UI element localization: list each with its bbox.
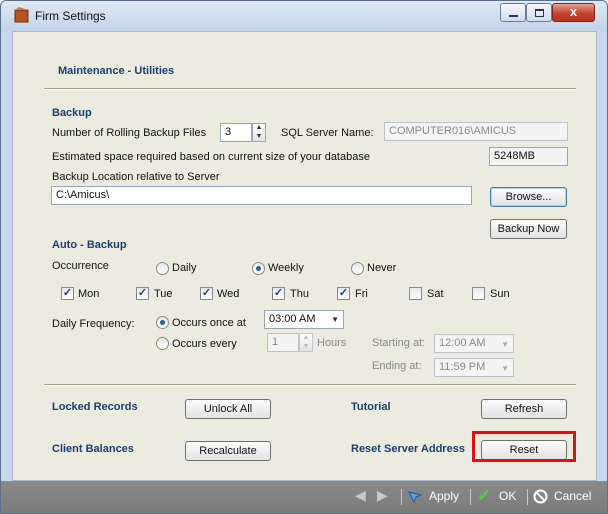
once-time-select[interactable]: 03:00 AM ▼: [264, 310, 344, 329]
separator: [470, 489, 471, 505]
fri-checkbox[interactable]: ✓: [337, 287, 350, 300]
dropdown-arrow-icon: ▼: [331, 315, 339, 324]
estimated-space-label: Estimated space required based on curren…: [52, 151, 370, 163]
ending-at-value: 11:59 PM: [439, 361, 486, 373]
cancel-label: Cancel: [554, 489, 592, 503]
tutorial-label: Tutorial: [351, 401, 391, 413]
spin-down-icon[interactable]: ▼: [300, 343, 312, 352]
rolling-files-input[interactable]: 3: [220, 123, 252, 142]
forward-arrow-icon[interactable]: ▶: [377, 487, 388, 504]
dropdown-arrow-icon: ▼: [501, 364, 509, 373]
firm-settings-window: Firm Settings x Maintenance - Utilities …: [0, 0, 608, 514]
once-time-value: 03:00 AM: [269, 313, 316, 325]
starting-at-label: Starting at:: [372, 337, 426, 349]
spin-up-icon[interactable]: ▲: [300, 334, 312, 343]
spin-up-icon[interactable]: ▲: [253, 124, 265, 133]
cancel-button[interactable]: Cancel: [531, 485, 601, 509]
never-label: Never: [367, 262, 397, 274]
wed-checkbox[interactable]: ✓: [200, 287, 213, 300]
thu-label: Thu: [290, 288, 309, 300]
divider: [44, 88, 576, 90]
daily-radio[interactable]: [156, 262, 169, 275]
unlock-all-button[interactable]: Unlock All: [185, 399, 271, 419]
mon-label: Mon: [78, 288, 100, 300]
sql-server-label: SQL Server Name:: [281, 127, 374, 139]
apply-icon: [408, 491, 423, 504]
cancel-icon: [533, 489, 548, 504]
rolling-files-spinner[interactable]: ▲ ▼: [252, 123, 266, 142]
estimated-space-value: 5248MB: [489, 147, 568, 166]
occurs-once-radio[interactable]: [156, 316, 169, 329]
window-title: Firm Settings: [35, 9, 106, 23]
ending-at-select[interactable]: 11:59 PM ▼: [434, 358, 514, 377]
title-bar[interactable]: Firm Settings x: [1, 1, 607, 31]
separator: [401, 489, 402, 505]
ok-checkmark-icon: ✓: [477, 486, 492, 505]
sun-checkbox[interactable]: [472, 287, 485, 300]
highlight-box: [472, 431, 576, 462]
occurrence-label: Occurrence: [52, 260, 109, 272]
daily-frequency-label: Daily Frequency:: [52, 318, 135, 330]
client-balances-label: Client Balances: [52, 443, 134, 455]
sql-server-input[interactable]: COMPUTER016\AMICUS: [384, 122, 568, 141]
never-radio[interactable]: [351, 262, 364, 275]
ok-label: OK: [499, 489, 517, 503]
sat-checkbox[interactable]: [409, 287, 422, 300]
daily-label: Daily: [172, 262, 197, 274]
wed-label: Wed: [217, 288, 240, 300]
starting-at-value: 12:00 AM: [439, 337, 486, 349]
tue-label: Tue: [154, 288, 173, 300]
dropdown-arrow-icon: ▼: [501, 340, 509, 349]
rolling-files-label: Number of Rolling Backup Files: [52, 127, 207, 139]
auto-backup-section-title: Auto - Backup: [52, 239, 127, 251]
close-icon: x: [569, 4, 578, 19]
backup-now-button[interactable]: Backup Now: [490, 219, 567, 239]
apply-button[interactable]: Apply: [405, 485, 467, 509]
reset-server-address-label: Reset Server Address: [351, 443, 465, 455]
backup-section-title: Backup: [52, 107, 92, 119]
weekly-label: Weekly: [268, 262, 304, 274]
fri-label: Fri: [355, 288, 368, 300]
footer-bar: ◀ ▶ Apply ✓ OK Cancel: [1, 481, 607, 513]
page-title: Maintenance - Utilities: [58, 65, 175, 77]
browse-button[interactable]: Browse...: [490, 187, 567, 207]
tue-checkbox[interactable]: ✓: [136, 287, 149, 300]
mon-checkbox[interactable]: ✓: [61, 287, 74, 300]
weekly-radio[interactable]: [252, 262, 265, 275]
occurs-every-radio[interactable]: [156, 337, 169, 350]
close-button[interactable]: x: [552, 3, 595, 22]
locked-records-label: Locked Records: [52, 401, 138, 413]
ending-at-label: Ending at:: [372, 360, 422, 372]
app-icon: [14, 7, 29, 23]
minimize-icon: [509, 15, 518, 17]
maximize-button[interactable]: [526, 3, 552, 22]
settings-panel: Maintenance - Utilities Backup Number of…: [12, 31, 597, 481]
apply-label: Apply: [429, 489, 460, 503]
hours-label: Hours: [317, 337, 347, 349]
maximize-icon: [535, 9, 544, 17]
refresh-button[interactable]: Refresh: [481, 399, 567, 419]
spin-down-icon[interactable]: ▼: [253, 133, 265, 142]
hours-input[interactable]: 1: [267, 333, 299, 352]
sun-label: Sun: [490, 288, 510, 300]
separator: [527, 489, 528, 505]
thu-checkbox[interactable]: ✓: [272, 287, 285, 300]
ok-button[interactable]: ✓ OK: [475, 485, 525, 509]
hours-spinner[interactable]: ▲ ▼: [299, 333, 313, 352]
occurs-every-label: Occurs every: [172, 338, 237, 350]
divider: [44, 384, 576, 386]
back-arrow-icon[interactable]: ◀: [355, 487, 366, 504]
occurs-once-label: Occurs once at: [172, 317, 246, 329]
starting-at-select[interactable]: 12:00 AM ▼: [434, 334, 514, 353]
recalculate-button[interactable]: Recalculate: [185, 441, 271, 461]
backup-location-label: Backup Location relative to Server: [52, 171, 220, 183]
backup-location-input[interactable]: C:\Amicus\: [51, 186, 472, 205]
minimize-button[interactable]: [500, 3, 526, 22]
sat-label: Sat: [427, 288, 444, 300]
